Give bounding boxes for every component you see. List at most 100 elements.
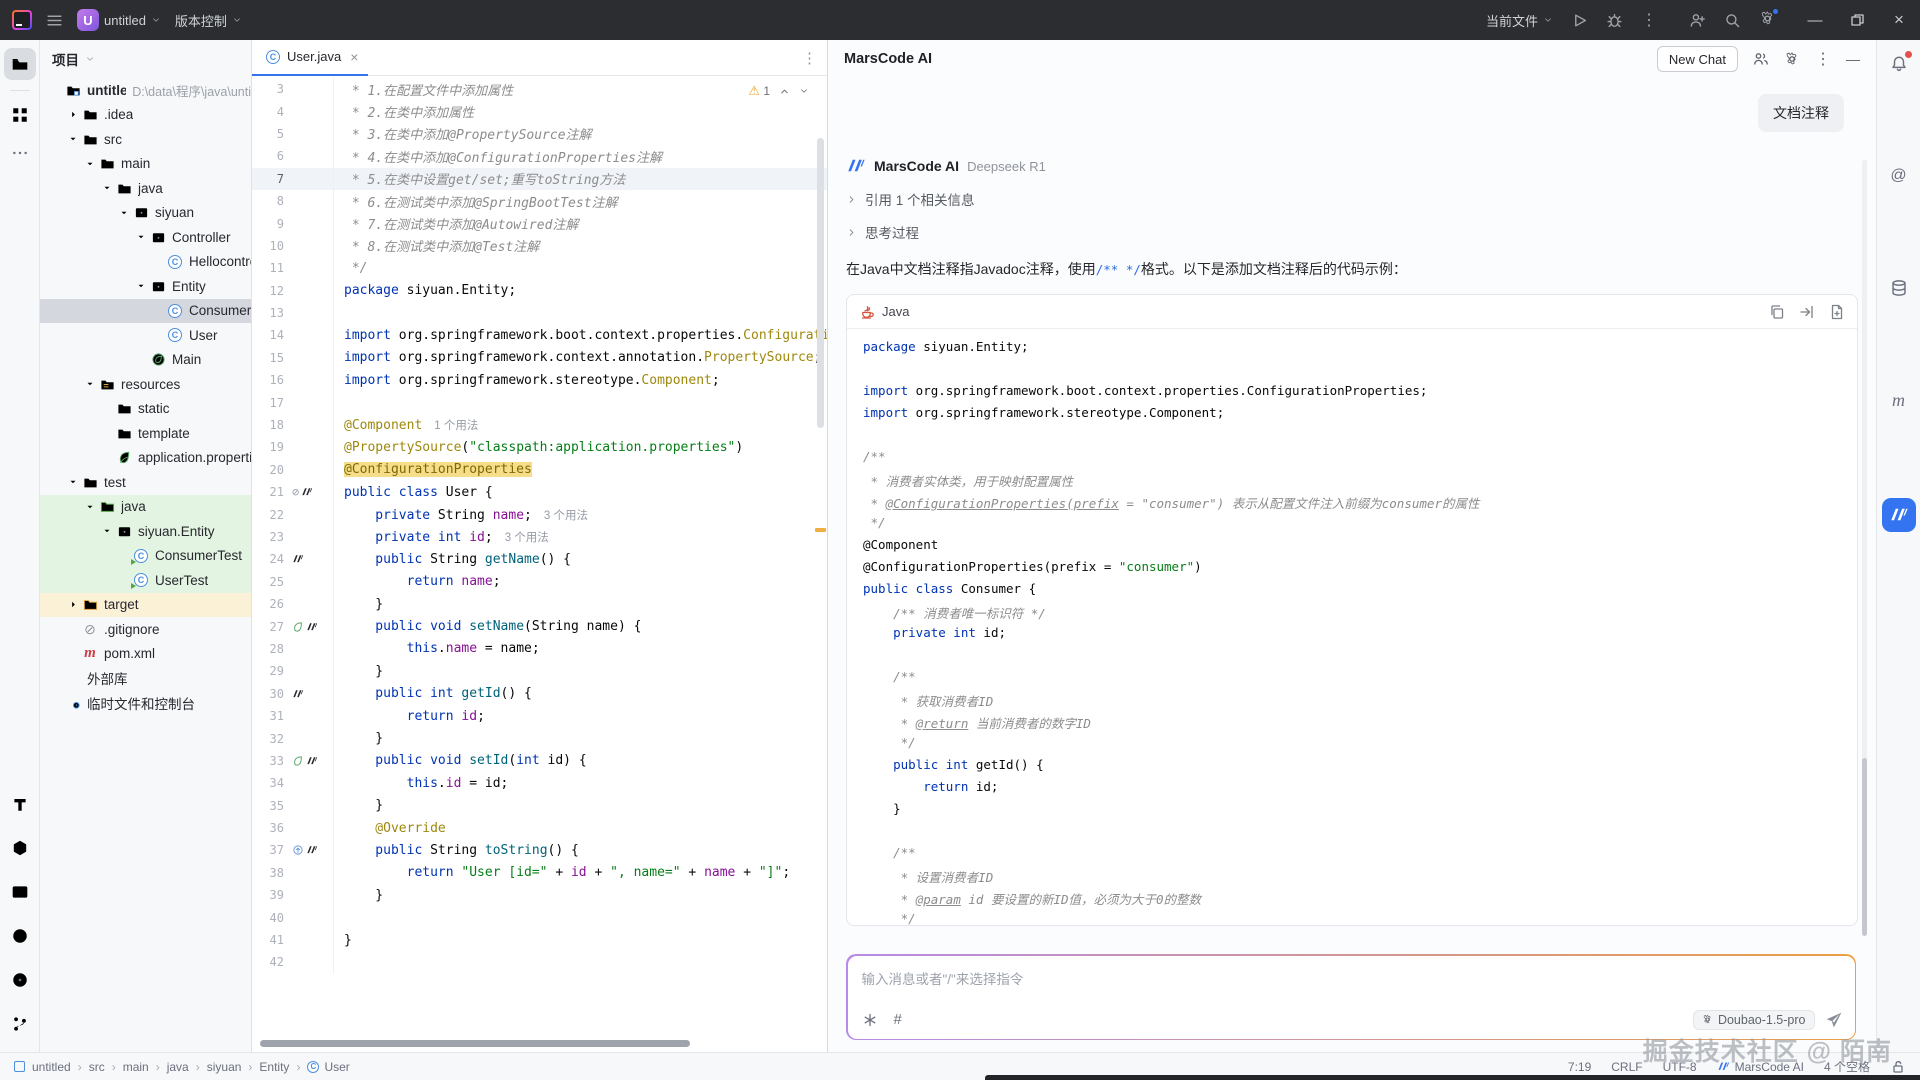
code-line[interactable]: 11 */ xyxy=(252,257,827,279)
activity-version-control[interactable] xyxy=(4,1008,36,1040)
code-line[interactable]: 19@PropertySource("classpath:application… xyxy=(252,436,827,458)
code-line[interactable]: 41} xyxy=(252,929,827,951)
debug-icon[interactable] xyxy=(1606,12,1623,29)
references-collapse[interactable]: 引用 1 个相关信息 xyxy=(846,189,1858,209)
commands-icon[interactable] xyxy=(862,1012,878,1028)
chat-scrollbar[interactable] xyxy=(1862,758,1867,936)
code-line[interactable]: 7 * 5.在类中设置get/set;重写toString方法 xyxy=(252,168,827,190)
tree-item--idea[interactable]: .idea xyxy=(40,103,251,128)
code-line[interactable]: 31 return id; xyxy=(252,705,827,727)
override-icon[interactable] xyxy=(292,844,304,856)
breadcrumb-item[interactable]: src xyxy=(89,1060,105,1074)
code-line[interactable]: 15import org.springframework.context.ann… xyxy=(252,347,827,369)
chevron-down-icon[interactable] xyxy=(85,54,95,64)
run-icon[interactable] xyxy=(1571,12,1588,29)
activity-structure[interactable] xyxy=(4,99,36,131)
tree-item-java[interactable]: java xyxy=(40,176,251,201)
tree-chevron[interactable] xyxy=(82,379,98,389)
tab-options-icon[interactable]: ⋮ xyxy=(802,49,817,67)
code-block-content[interactable]: package siyuan.Entity;import org.springf… xyxy=(847,329,1857,926)
tree-item--gitignore[interactable]: ⊘.gitignore xyxy=(40,617,251,642)
code-line[interactable]: 34 this.id = id; xyxy=(252,772,827,794)
code-line[interactable]: 23 private int id;3 个用法 xyxy=(252,526,827,548)
new-chat-button[interactable]: New Chat xyxy=(1657,46,1738,72)
thinking-collapse[interactable]: 思考过程 xyxy=(846,222,1858,242)
m-plugin-icon[interactable]: m xyxy=(1884,386,1914,414)
tree-item-entity[interactable]: Entity xyxy=(40,274,251,299)
tree-item-consumertest[interactable]: CConsumerTest xyxy=(40,544,251,569)
editor-vertical-scrollbar[interactable] xyxy=(817,138,824,428)
code-line[interactable]: 6 * 4.在类中添加@ConfigurationProperties注解 xyxy=(252,145,827,167)
warning-stripe-mark[interactable] xyxy=(815,528,826,532)
people-icon[interactable] xyxy=(1753,51,1769,67)
activity-more[interactable] xyxy=(4,137,36,169)
code-line[interactable]: 16import org.springframework.stereotype.… xyxy=(252,369,827,391)
new-file-icon[interactable] xyxy=(1829,304,1845,320)
next-problem-icon[interactable] xyxy=(799,86,809,96)
code-line[interactable]: 28 this.name = name; xyxy=(252,638,827,660)
tree-chevron[interactable] xyxy=(65,109,81,120)
tab-user-java[interactable]: C User.java × xyxy=(252,40,368,76)
breadcrumb-item[interactable]: untitled xyxy=(32,1060,71,1074)
code-line[interactable]: 21⊘public class User { xyxy=(252,481,827,503)
app-logo-icon[interactable] xyxy=(12,10,32,30)
chat-more-icon[interactable]: ⋮ xyxy=(1815,49,1831,69)
tree-item-main[interactable]: main xyxy=(40,152,251,177)
inspections-widget[interactable]: ⚠ 1 xyxy=(748,83,809,99)
tree-chevron[interactable] xyxy=(82,502,98,512)
tree-item-src[interactable]: src xyxy=(40,127,251,152)
tree-chevron[interactable] xyxy=(133,281,149,291)
insert-code-icon[interactable] xyxy=(1799,304,1815,320)
code-line[interactable]: 30 public int getId() { xyxy=(252,683,827,705)
code-line[interactable]: 14import org.springframework.boot.contex… xyxy=(252,324,827,346)
tree-chevron[interactable] xyxy=(82,159,98,169)
tree-chevron[interactable] xyxy=(65,477,81,487)
breadcrumb-item[interactable]: C User xyxy=(307,1060,349,1074)
prev-problem-icon[interactable] xyxy=(779,86,790,97)
code-with-me-icon[interactable] xyxy=(1689,12,1706,29)
notifications-bell-icon[interactable] xyxy=(1884,50,1914,78)
code-line[interactable]: 27 public void setName(String name) { xyxy=(252,615,827,637)
chat-settings-icon[interactable] xyxy=(1784,51,1800,67)
tree-chevron[interactable] xyxy=(65,134,81,144)
activity-services[interactable] xyxy=(4,832,36,864)
mars-icon[interactable] xyxy=(292,553,304,565)
chat-input[interactable]: 输入消息或者"/"来选择指令 # Doubao-1.5-pro xyxy=(848,956,1855,1039)
editor-horizontal-scrollbar[interactable] xyxy=(260,1040,690,1047)
mention-tool-icon[interactable]: @ xyxy=(1884,162,1914,190)
code-line[interactable]: 29 } xyxy=(252,660,827,682)
context-reference-icon[interactable]: # xyxy=(894,1011,902,1028)
tree-item-usertest[interactable]: CUserTest xyxy=(40,568,251,593)
tree-item-consumer[interactable]: CConsumer xyxy=(40,299,251,324)
code-line[interactable]: 40 xyxy=(252,906,827,928)
mars-icon[interactable] xyxy=(306,844,318,856)
code-line[interactable]: 12package siyuan.Entity; xyxy=(252,280,827,302)
more-actions-icon[interactable]: ⋮ xyxy=(1641,10,1657,30)
code-line[interactable]: 4 * 2.在类中添加属性 xyxy=(252,100,827,122)
project-switcher[interactable]: U untitled xyxy=(77,9,161,31)
tree-item-application-properties[interactable]: application.properties xyxy=(40,446,251,471)
copy-code-icon[interactable] xyxy=(1769,304,1785,320)
mars-icon[interactable] xyxy=(301,486,313,498)
code-line[interactable]: 17 xyxy=(252,391,827,413)
search-everywhere-icon[interactable] xyxy=(1724,12,1741,29)
tree-chevron[interactable] xyxy=(133,232,149,242)
code-line[interactable]: 18@Component1 个用法 xyxy=(252,414,827,436)
tree-item-siyuan[interactable]: siyuan xyxy=(40,201,251,226)
tree-chevron[interactable] xyxy=(99,526,115,536)
mars-icon[interactable] xyxy=(292,688,304,700)
tree-item-untitled[interactable]: untitledD:\data\程序\java\unti xyxy=(40,78,251,103)
code-line[interactable]: 32 } xyxy=(252,727,827,749)
tree-item-resources[interactable]: resources xyxy=(40,372,251,397)
spring-icon[interactable] xyxy=(292,755,304,767)
hide-panel-icon[interactable]: — xyxy=(1846,51,1860,67)
activity-project-folder[interactable] xyxy=(4,48,36,80)
tree-item-static[interactable]: static xyxy=(40,397,251,422)
tree-chevron[interactable] xyxy=(116,208,132,218)
database-tool-icon[interactable] xyxy=(1884,274,1914,302)
tree-item--[interactable]: 临时文件和控制台 xyxy=(40,691,251,716)
code-line[interactable]: 20@ConfigurationProperties xyxy=(252,459,827,481)
tree-item-user[interactable]: CUser xyxy=(40,323,251,348)
code-line[interactable]: 36 @Override xyxy=(252,817,827,839)
activity-todo[interactable] xyxy=(4,964,36,996)
